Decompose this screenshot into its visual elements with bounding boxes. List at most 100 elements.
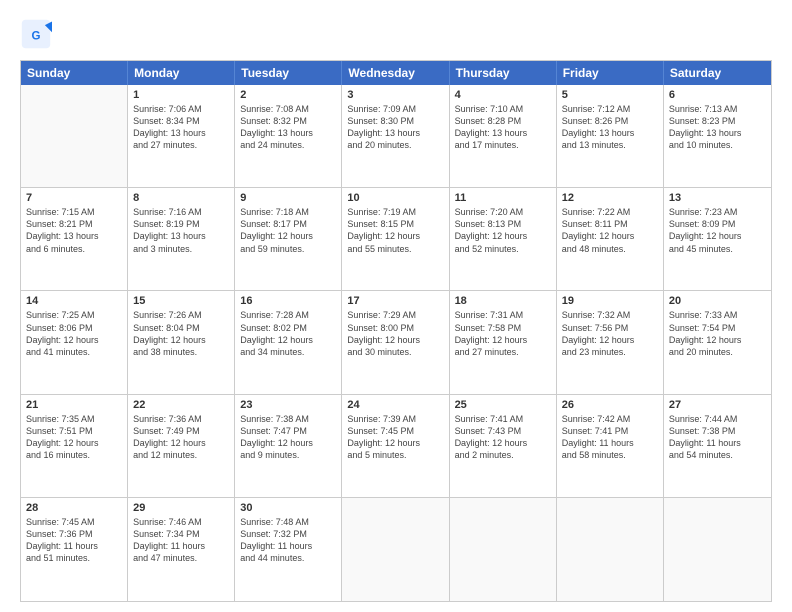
svg-text:G: G xyxy=(32,30,41,42)
day-info: Sunrise: 7:18 AM Sunset: 8:17 PM Dayligh… xyxy=(240,206,336,255)
weekday-header-monday: Monday xyxy=(128,61,235,85)
day-number: 26 xyxy=(562,399,658,411)
weekday-header-tuesday: Tuesday xyxy=(235,61,342,85)
day-cell-3: 3Sunrise: 7:09 AM Sunset: 8:30 PM Daylig… xyxy=(342,85,449,187)
day-number: 7 xyxy=(26,192,122,204)
day-cell-5: 5Sunrise: 7:12 AM Sunset: 8:26 PM Daylig… xyxy=(557,85,664,187)
day-info: Sunrise: 7:15 AM Sunset: 8:21 PM Dayligh… xyxy=(26,206,122,255)
day-number: 23 xyxy=(240,399,336,411)
day-cell-29: 29 Sunrise: 7:46 AM Sunset: 7:34 PM Dayli… xyxy=(128,498,235,601)
day-number: 19 xyxy=(562,295,658,307)
day-info: Sunrise: 7:22 AM Sunset: 8:11 PM Dayligh… xyxy=(562,206,658,255)
day-number: 29 xyxy=(133,502,229,514)
day-cell-16: 16Sunrise: 7:28 AM Sunset: 8:02 PM Dayli… xyxy=(235,291,342,393)
day-cell-17: 17 Sunrise: 7:29 AM Sunset: 8:00 PM Dayli… xyxy=(342,291,449,393)
day-info: Sunrise: 7:36 AM Sunset: 7:49 PM Dayligh… xyxy=(133,413,229,462)
weekday-header-sunday: Sunday xyxy=(21,61,128,85)
day-info: Sunrise: 7:23 AM Sunset: 8:09 PM Dayligh… xyxy=(669,206,766,255)
week-row-4: 21Sunrise: 7:35 AM Sunset: 7:51 PM Dayli… xyxy=(21,395,771,498)
day-cell-8: 8Sunrise: 7:16 AM Sunset: 8:19 PM Daylig… xyxy=(128,188,235,290)
weekday-header-wednesday: Wednesday xyxy=(342,61,449,85)
empty-cell xyxy=(664,498,771,601)
empty-cell xyxy=(557,498,664,601)
day-number: 18 xyxy=(455,295,551,307)
week-row-2: 7 Sunrise: 7:15 AM Sunset: 8:21 PM Daylig… xyxy=(21,188,771,291)
day-cell-28: 28 Sunrise: 7:45 AM Sunset: 7:36 PM Dayli… xyxy=(21,498,128,601)
empty-cell xyxy=(342,498,449,601)
day-number: 27 xyxy=(669,399,766,411)
logo-icon: G xyxy=(20,18,52,50)
day-info: Sunrise: 7:10 AM Sunset: 8:28 PM Dayligh… xyxy=(455,103,551,152)
day-cell-25: 25 Sunrise: 7:41 AM Sunset: 7:43 PM Dayli… xyxy=(450,395,557,497)
day-number: 6 xyxy=(669,89,766,101)
day-cell-13: 13 Sunrise: 7:23 AM Sunset: 8:09 PM Dayli… xyxy=(664,188,771,290)
day-number: 20 xyxy=(669,295,766,307)
day-info: Sunrise: 7:42 AM Sunset: 7:41 PM Dayligh… xyxy=(562,413,658,462)
day-cell-19: 19 Sunrise: 7:32 AM Sunset: 7:56 PM Dayli… xyxy=(557,291,664,393)
day-number: 13 xyxy=(669,192,766,204)
week-row-1: 1 Sunrise: 7:06 AM Sunset: 8:34 PM Daylig… xyxy=(21,85,771,188)
week-row-3: 14Sunrise: 7:25 AM Sunset: 8:06 PM Dayli… xyxy=(21,291,771,394)
day-info: Sunrise: 7:38 AM Sunset: 7:47 PM Dayligh… xyxy=(240,413,336,462)
calendar: SundayMondayTuesdayWednesdayThursdayFrid… xyxy=(20,60,772,602)
day-info: Sunrise: 7:19 AM Sunset: 8:15 PM Dayligh… xyxy=(347,206,443,255)
day-info: Sunrise: 7:06 AM Sunset: 8:34 PM Dayligh… xyxy=(133,103,229,152)
day-info: Sunrise: 7:35 AM Sunset: 7:51 PM Dayligh… xyxy=(26,413,122,462)
day-cell-2: 2 Sunrise: 7:08 AM Sunset: 8:32 PM Daylig… xyxy=(235,85,342,187)
day-info: Sunrise: 7:39 AM Sunset: 7:45 PM Dayligh… xyxy=(347,413,443,462)
day-number: 17 xyxy=(347,295,443,307)
day-info: Sunrise: 7:33 AM Sunset: 7:54 PM Dayligh… xyxy=(669,309,766,358)
day-number: 11 xyxy=(455,192,551,204)
weekday-header-saturday: Saturday xyxy=(664,61,771,85)
day-info: Sunrise: 7:45 AM Sunset: 7:36 PM Dayligh… xyxy=(26,516,122,565)
calendar-header: SundayMondayTuesdayWednesdayThursdayFrid… xyxy=(21,61,771,85)
logo: G xyxy=(20,18,56,50)
page: G SundayMondayTuesdayWednesdayThursdayFr… xyxy=(0,0,792,612)
day-number: 28 xyxy=(26,502,122,514)
week-row-5: 28 Sunrise: 7:45 AM Sunset: 7:36 PM Dayli… xyxy=(21,498,771,601)
day-cell-18: 18 Sunrise: 7:31 AM Sunset: 7:58 PM Dayli… xyxy=(450,291,557,393)
day-number: 2 xyxy=(240,89,336,101)
day-cell-12: 12 Sunrise: 7:22 AM Sunset: 8:11 PM Dayli… xyxy=(557,188,664,290)
day-cell-21: 21Sunrise: 7:35 AM Sunset: 7:51 PM Dayli… xyxy=(21,395,128,497)
day-info: Sunrise: 7:26 AM Sunset: 8:04 PM Dayligh… xyxy=(133,309,229,358)
day-cell-10: 10Sunrise: 7:19 AM Sunset: 8:15 PM Dayli… xyxy=(342,188,449,290)
day-info: Sunrise: 7:46 AM Sunset: 7:34 PM Dayligh… xyxy=(133,516,229,565)
day-number: 3 xyxy=(347,89,443,101)
day-cell-9: 9 Sunrise: 7:18 AM Sunset: 8:17 PM Daylig… xyxy=(235,188,342,290)
day-number: 9 xyxy=(240,192,336,204)
day-info: Sunrise: 7:29 AM Sunset: 8:00 PM Dayligh… xyxy=(347,309,443,358)
day-number: 22 xyxy=(133,399,229,411)
day-number: 25 xyxy=(455,399,551,411)
calendar-body: 1 Sunrise: 7:06 AM Sunset: 8:34 PM Daylig… xyxy=(21,85,771,601)
day-number: 4 xyxy=(455,89,551,101)
day-number: 12 xyxy=(562,192,658,204)
day-number: 8 xyxy=(133,192,229,204)
day-info: Sunrise: 7:31 AM Sunset: 7:58 PM Dayligh… xyxy=(455,309,551,358)
day-number: 15 xyxy=(133,295,229,307)
day-cell-26: 26 Sunrise: 7:42 AM Sunset: 7:41 PM Dayli… xyxy=(557,395,664,497)
empty-cell xyxy=(450,498,557,601)
day-info: Sunrise: 7:41 AM Sunset: 7:43 PM Dayligh… xyxy=(455,413,551,462)
day-number: 1 xyxy=(133,89,229,101)
day-cell-14: 14Sunrise: 7:25 AM Sunset: 8:06 PM Dayli… xyxy=(21,291,128,393)
day-cell-15: 15 Sunrise: 7:26 AM Sunset: 8:04 PM Dayli… xyxy=(128,291,235,393)
day-info: Sunrise: 7:08 AM Sunset: 8:32 PM Dayligh… xyxy=(240,103,336,152)
day-info: Sunrise: 7:13 AM Sunset: 8:23 PM Dayligh… xyxy=(669,103,766,152)
day-cell-22: 22 Sunrise: 7:36 AM Sunset: 7:49 PM Dayli… xyxy=(128,395,235,497)
day-cell-20: 20 Sunrise: 7:33 AM Sunset: 7:54 PM Dayli… xyxy=(664,291,771,393)
day-number: 5 xyxy=(562,89,658,101)
weekday-header-thursday: Thursday xyxy=(450,61,557,85)
day-cell-23: 23 Sunrise: 7:38 AM Sunset: 7:47 PM Dayli… xyxy=(235,395,342,497)
weekday-header-friday: Friday xyxy=(557,61,664,85)
day-cell-27: 27 Sunrise: 7:44 AM Sunset: 7:38 PM Dayli… xyxy=(664,395,771,497)
day-info: Sunrise: 7:25 AM Sunset: 8:06 PM Dayligh… xyxy=(26,309,122,358)
day-info: Sunrise: 7:32 AM Sunset: 7:56 PM Dayligh… xyxy=(562,309,658,358)
day-info: Sunrise: 7:20 AM Sunset: 8:13 PM Dayligh… xyxy=(455,206,551,255)
day-number: 16 xyxy=(240,295,336,307)
day-info: Sunrise: 7:44 AM Sunset: 7:38 PM Dayligh… xyxy=(669,413,766,462)
header: G xyxy=(20,18,772,50)
day-cell-11: 11 Sunrise: 7:20 AM Sunset: 8:13 PM Dayli… xyxy=(450,188,557,290)
day-number: 30 xyxy=(240,502,336,514)
day-cell-24: 24Sunrise: 7:39 AM Sunset: 7:45 PM Dayli… xyxy=(342,395,449,497)
